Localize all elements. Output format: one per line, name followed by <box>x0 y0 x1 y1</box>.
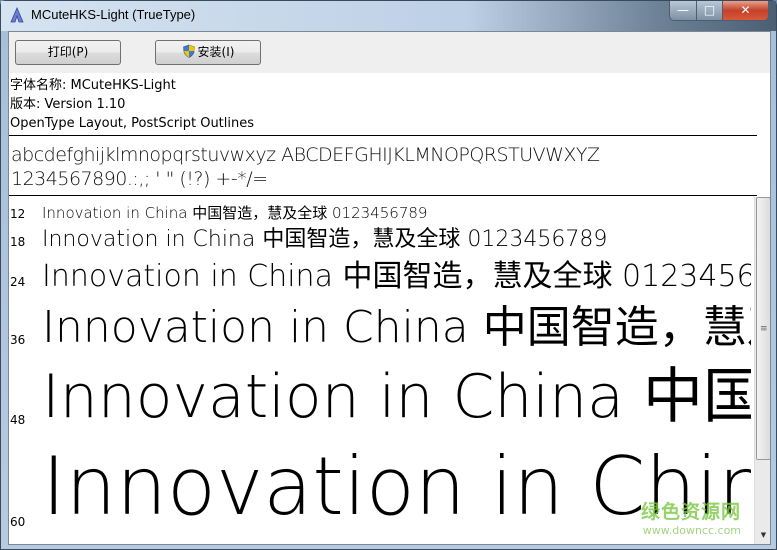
scroll-down-arrow-icon[interactable]: ▼ <box>756 528 770 542</box>
font-app-icon <box>10 7 24 23</box>
sample-row: 36 Innovation in China 中国智造，慧及全球 0123456… <box>9 295 751 355</box>
scrollbar-thumb[interactable]: ≡ <box>756 197 770 460</box>
close-button[interactable]: ✕ <box>722 1 769 21</box>
watermark-url: www.downcc.com <box>642 524 742 537</box>
sample-text: Innovation in China 中国智造，慧及全球 0123456789 <box>42 302 751 353</box>
character-set: abcdefghijklmnopqrstuvwxyz ABCDEFGHIJKLM… <box>11 143 600 191</box>
install-label: 安装(I) <box>197 45 235 59</box>
sample-size: 12 <box>10 207 26 221</box>
sample-size: 36 <box>10 333 26 347</box>
font-preview-panel: 字体名称: MCuteHKS-Light 版本: Version 1.10 Op… <box>9 73 770 544</box>
divider <box>9 195 757 196</box>
sample-text: Innovation in China 中国智造，慧及全球 0123456789 <box>42 204 428 222</box>
minimize-button[interactable]: — <box>669 1 697 21</box>
font-viewer-window: MCuteHKS-Light (TrueType) — □ ✕ 打印(P) 安装… <box>0 0 777 550</box>
charset-digits: 1234567890.:,; ' " (!?) +-*/= <box>11 168 268 190</box>
toolbar: 打印(P) 安装(I) <box>9 32 770 72</box>
sample-size: 24 <box>10 275 26 289</box>
install-button[interactable]: 安装(I) <box>155 40 261 65</box>
window-title: MCuteHKS-Light (TrueType) <box>31 7 196 22</box>
sample-row: 60 Innovation in China 中国智造，慧及全球 0123456… <box>9 435 751 544</box>
font-version: 版本: Version 1.10 <box>10 97 126 112</box>
sample-text: Innovation in China 中国智造，慧及全球 0123456789 <box>42 227 608 252</box>
sample-text: Innovation in China 中国智造，慧及全球 0123456789 <box>42 259 751 294</box>
divider <box>9 135 757 136</box>
sample-row: 24 Innovation in China 中国智造，慧及全球 0123456… <box>9 253 751 295</box>
sample-row: 12 Innovation in China 中国智造，慧及全球 0123456… <box>9 203 751 223</box>
client-area: 打印(P) 安装(I) 字体名称: MCuteHKS-Light 版本: Ver… <box>8 31 771 545</box>
font-outline-type: OpenType Layout, PostScript Outlines <box>10 116 255 131</box>
maximize-button[interactable]: □ <box>696 1 723 21</box>
watermark: 绿色资源网 www.downcc.com <box>641 497 741 537</box>
grip-icon: ≡ <box>760 324 768 334</box>
title-bar[interactable]: MCuteHKS-Light (TrueType) <box>1 1 776 31</box>
sample-size: 60 <box>10 515 26 529</box>
font-name: 字体名称: MCuteHKS-Light <box>10 78 176 93</box>
vertical-scrollbar[interactable]: ≡ ▼ <box>754 197 770 544</box>
watermark-name: 绿色资源网 <box>641 501 742 523</box>
sample-size: 48 <box>10 413 26 427</box>
sample-text: Innovation in China 中国智造，慧及全球 0123456789 <box>42 362 751 432</box>
sample-row: 48 Innovation in China 中国智造，慧及全球 0123456… <box>9 355 751 435</box>
font-info: 字体名称: MCuteHKS-Light 版本: Version 1.10 Op… <box>10 76 254 133</box>
charset-letters: abcdefghijklmnopqrstuvwxyz ABCDEFGHIJKLM… <box>11 144 600 166</box>
print-button[interactable]: 打印(P) <box>15 40 121 65</box>
print-label: 打印(P) <box>47 45 89 59</box>
uac-shield-icon <box>182 44 195 58</box>
sample-size: 18 <box>10 235 26 249</box>
sample-row: 18 Innovation in China 中国智造，慧及全球 0123456… <box>9 223 751 253</box>
